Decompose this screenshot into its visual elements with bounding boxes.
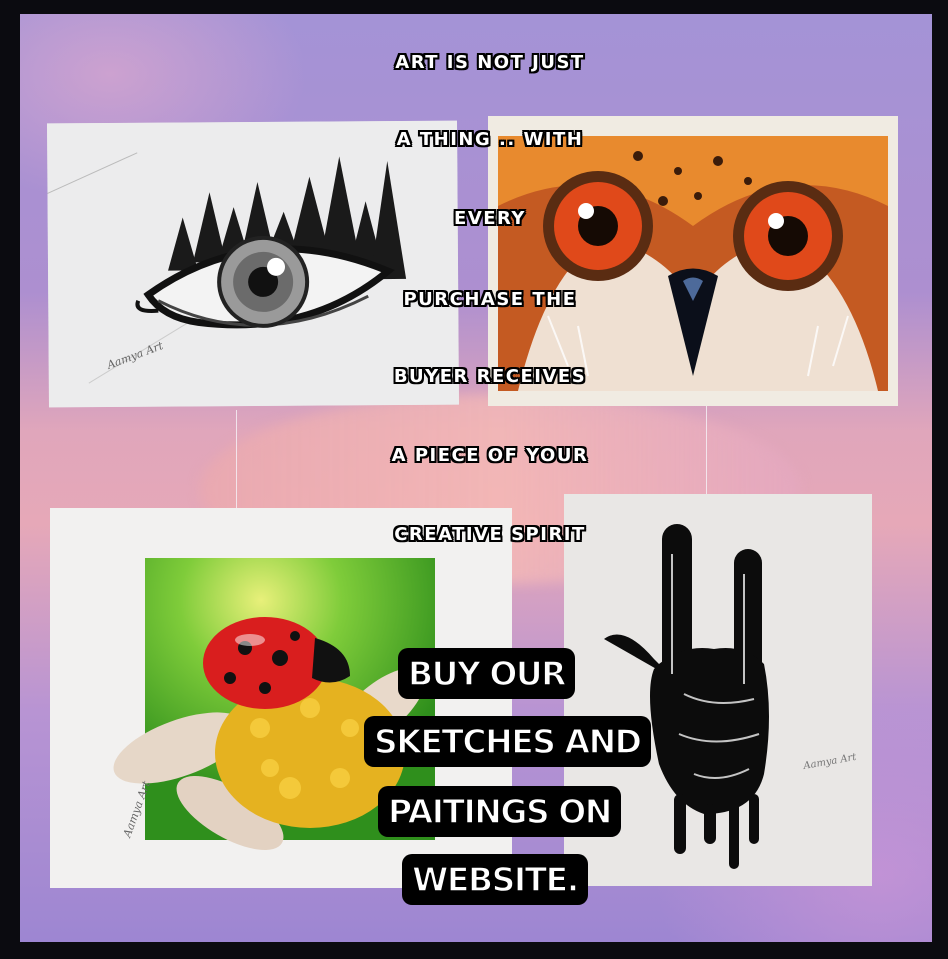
headline-line-6: A PIECE OF YOUR [391,445,589,466]
connector-line-left [236,410,237,520]
cta-line-3: PAITINGS ON [378,786,621,837]
cta-line-2: SKETCHES AND [364,716,651,767]
poster: Aamya Art Aamya Art Aamya Art ART IS NOT… [20,14,932,942]
connector-line-right [706,406,707,500]
cta-line-4: WEBSITE. [402,854,588,905]
headline-line-7: CREATIVE SPIRIT [394,524,586,545]
headline-line-5: BUYER RECEIVES [393,366,587,387]
cta-line-1: BUY OUR [398,648,576,699]
headline-line-4: PURCHASE THE [403,289,577,310]
headline-line-3: EVERY [454,208,526,229]
eye-sketch-image: Aamya Art [47,120,459,408]
headline-line-2: A THING .. WITH [396,129,584,150]
eye-sketch-artwork: Aamya Art [47,120,459,408]
owl-eyes-image [488,116,898,406]
owl-eyes-artwork [488,116,898,406]
headline-line-1: ART IS NOT JUST [395,52,585,73]
